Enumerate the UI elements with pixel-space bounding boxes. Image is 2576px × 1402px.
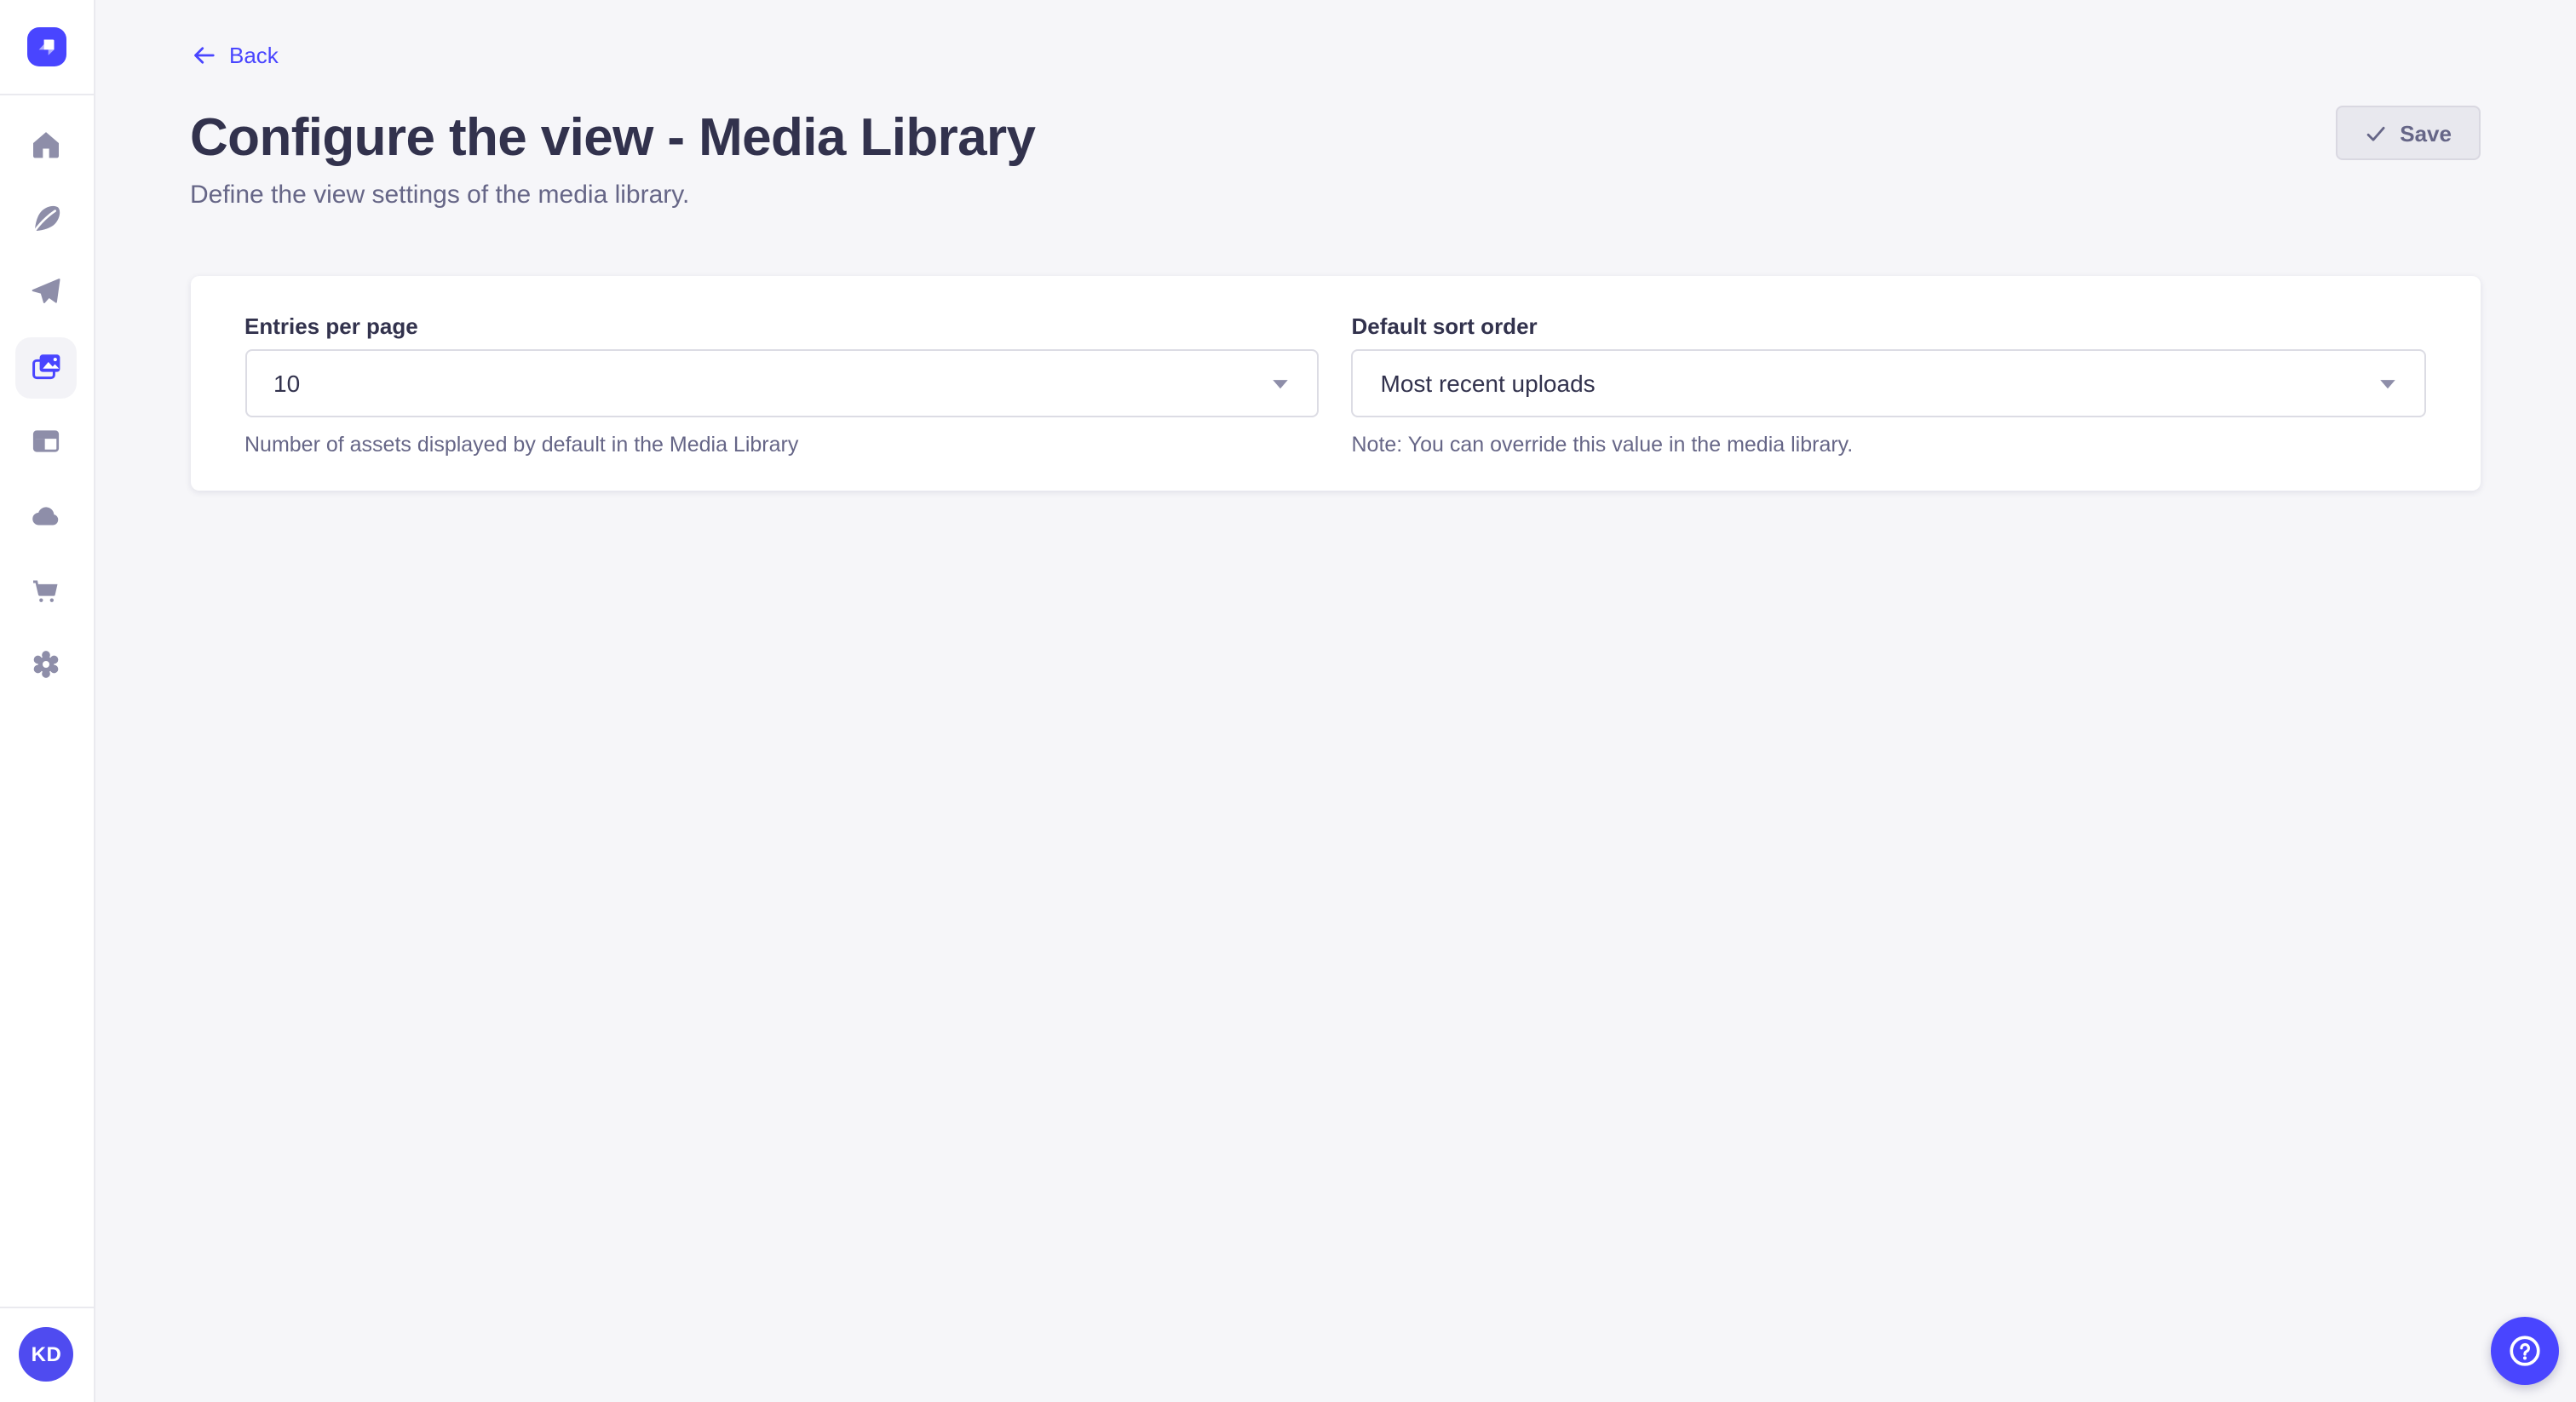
home-icon (30, 128, 64, 162)
layout-icon (30, 424, 64, 458)
default-sort-order-select[interactable]: Most recent uploads (1352, 349, 2427, 417)
field-entries-per-page: Entries per page 10 Number of assets dis… (244, 313, 1320, 458)
entries-per-page-select[interactable]: 10 (244, 349, 1320, 417)
field-label: Default sort order (1352, 313, 2427, 341)
sidebar-item-content-builder[interactable] (16, 188, 78, 250)
sidebar-item-content-manager[interactable] (16, 411, 78, 472)
caret-down-icon (1272, 377, 1291, 389)
sidebar-nav (0, 95, 93, 694)
sidebar-footer: KD (0, 1306, 93, 1402)
check-icon (2364, 122, 2386, 144)
app-root: KD Back Configure the view - Media Libra… (0, 0, 2576, 1402)
sidebar-item-marketplace[interactable] (16, 559, 78, 620)
arrow-left-icon (190, 43, 216, 68)
feather-icon (30, 202, 64, 236)
settings-card: Entries per page 10 Number of assets dis… (190, 276, 2481, 491)
field-hint: Number of assets displayed by default in… (244, 431, 1320, 458)
field-default-sort-order: Default sort order Most recent uploads N… (1352, 313, 2427, 458)
field-label: Entries per page (244, 313, 1320, 341)
sidebar: KD (0, 0, 95, 1402)
question-mark-icon (2506, 1332, 2544, 1370)
paper-plane-icon (30, 276, 64, 310)
cart-icon (30, 572, 64, 606)
help-button[interactable] (2491, 1317, 2559, 1385)
sidebar-item-home[interactable] (16, 114, 78, 175)
field-hint: Note: You can override this value in the… (1352, 431, 2427, 458)
page-subtitle: Define the view settings of the media li… (190, 179, 2481, 213)
back-link[interactable]: Back (190, 43, 279, 68)
back-label: Back (229, 43, 279, 68)
select-value: Most recent uploads (1381, 370, 1596, 397)
sidebar-item-settings[interactable] (16, 633, 78, 694)
strapi-logo-icon (32, 32, 61, 61)
sidebar-header (0, 0, 93, 95)
media-library-icon (29, 349, 65, 385)
sidebar-item-media-library[interactable] (16, 336, 78, 398)
title-row: Configure the view - Media Library Save (190, 106, 2481, 170)
save-button[interactable]: Save (2335, 106, 2481, 160)
strapi-logo[interactable] (27, 27, 66, 66)
avatar[interactable]: KD (20, 1328, 74, 1382)
main-content: Back Configure the view - Media Library … (95, 0, 2576, 1402)
save-label: Save (2400, 120, 2452, 146)
sidebar-item-cloud[interactable] (16, 485, 78, 546)
page-title: Configure the view - Media Library (190, 106, 1035, 170)
cloud-icon (30, 498, 64, 532)
gear-icon (30, 646, 64, 681)
sidebar-item-transfer[interactable] (16, 262, 78, 324)
select-value: 10 (273, 370, 300, 397)
caret-down-icon (2378, 377, 2397, 389)
